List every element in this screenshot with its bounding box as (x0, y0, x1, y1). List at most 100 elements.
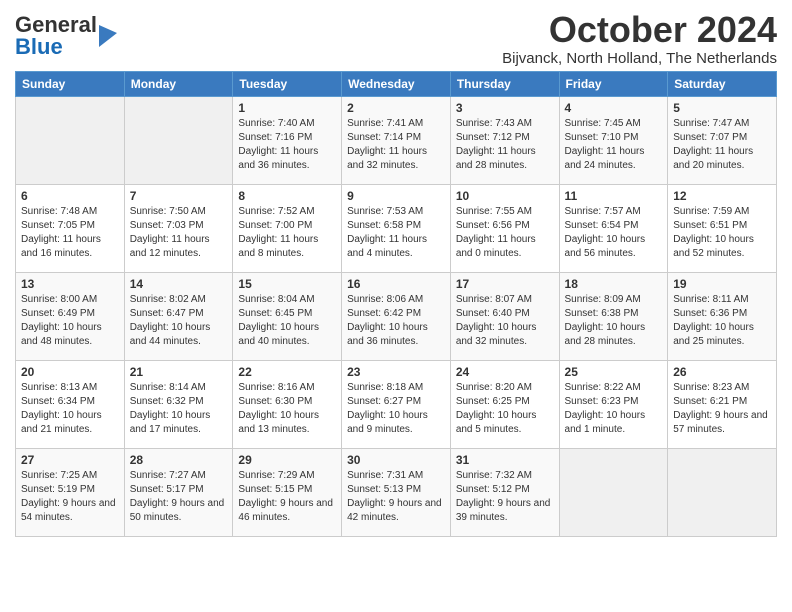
day-info: Sunrise: 8:00 AMSunset: 6:49 PMDaylight:… (21, 293, 119, 349)
day-info: Sunrise: 7:55 AMSunset: 6:56 PMDaylight:… (456, 205, 554, 261)
calendar-cell: 7 Sunrise: 7:50 AMSunset: 7:03 PMDaylight… (124, 184, 233, 272)
calendar-cell: 3 Sunrise: 7:43 AMSunset: 7:12 PMDaylight… (450, 96, 559, 184)
day-info: Sunrise: 7:45 AMSunset: 7:10 PMDaylight:… (565, 117, 663, 173)
calendar-cell: 2 Sunrise: 7:41 AMSunset: 7:14 PMDaylight… (342, 96, 451, 184)
calendar-cell: 25 Sunrise: 8:22 AMSunset: 6:23 PMDayligh… (559, 360, 668, 448)
calendar-cell: 13 Sunrise: 8:00 AMSunset: 6:49 PMDayligh… (16, 272, 125, 360)
calendar-cell: 11Sunrise: 7:57 AMSunset: 6:54 PMDayligh… (559, 184, 668, 272)
logo-text: General Blue (15, 14, 97, 58)
calendar-week-1: 6 Sunrise: 7:48 AMSunset: 7:05 PMDaylight… (16, 184, 777, 272)
calendar-cell: 31Sunrise: 7:32 AMSunset: 5:12 PMDayligh… (450, 448, 559, 536)
calendar-header: SundayMondayTuesdayWednesdayThursdayFrid… (16, 71, 777, 96)
calendar-cell: 15 Sunrise: 8:04 AMSunset: 6:45 PMDayligh… (233, 272, 342, 360)
day-info: Sunrise: 8:13 AMSunset: 6:34 PMDaylight:… (21, 381, 119, 437)
day-number: 9 (347, 189, 445, 203)
day-number: 30 (347, 453, 445, 467)
header-day-thursday: Thursday (450, 71, 559, 96)
day-number: 22 (238, 365, 336, 379)
calendar-cell: 12Sunrise: 7:59 AMSunset: 6:51 PMDayligh… (668, 184, 777, 272)
calendar-cell (668, 448, 777, 536)
day-info: Sunrise: 8:23 AMSunset: 6:21 PMDaylight:… (673, 381, 771, 437)
calendar-cell: 26 Sunrise: 8:23 AMSunset: 6:21 PMDayligh… (668, 360, 777, 448)
calendar-cell: 21Sunrise: 8:14 AMSunset: 6:32 PMDayligh… (124, 360, 233, 448)
day-number: 23 (347, 365, 445, 379)
day-info: Sunrise: 8:18 AMSunset: 6:27 PMDaylight:… (347, 381, 445, 437)
calendar-cell: 8 Sunrise: 7:52 AMSunset: 7:00 PMDaylight… (233, 184, 342, 272)
calendar-cell: 18Sunrise: 8:09 AMSunset: 6:38 PMDayligh… (559, 272, 668, 360)
day-info: Sunrise: 8:11 AMSunset: 6:36 PMDaylight:… (673, 293, 771, 349)
day-info: Sunrise: 7:25 AMSunset: 5:19 PMDaylight:… (21, 469, 119, 525)
day-info: Sunrise: 8:07 AMSunset: 6:40 PMDaylight:… (456, 293, 554, 349)
day-info: Sunrise: 7:47 AMSunset: 7:07 PMDaylight:… (673, 117, 771, 173)
calendar-cell: 22 Sunrise: 8:16 AMSunset: 6:30 PMDayligh… (233, 360, 342, 448)
day-info: Sunrise: 8:04 AMSunset: 6:45 PMDaylight:… (238, 293, 336, 349)
day-number: 1 (238, 101, 336, 115)
day-info: Sunrise: 7:41 AMSunset: 7:14 PMDaylight:… (347, 117, 445, 173)
calendar-cell: 19Sunrise: 8:11 AMSunset: 6:36 PMDayligh… (668, 272, 777, 360)
day-number: 13 (21, 277, 119, 291)
calendar-cell: 4 Sunrise: 7:45 AMSunset: 7:10 PMDaylight… (559, 96, 668, 184)
day-number: 18 (565, 277, 663, 291)
day-number: 15 (238, 277, 336, 291)
calendar-cell: 5Sunrise: 7:47 AMSunset: 7:07 PMDaylight… (668, 96, 777, 184)
header-day-wednesday: Wednesday (342, 71, 451, 96)
calendar-cell (124, 96, 233, 184)
day-number: 2 (347, 101, 445, 115)
calendar-cell: 27 Sunrise: 7:25 AMSunset: 5:19 PMDayligh… (16, 448, 125, 536)
logo: General Blue (15, 14, 117, 58)
day-number: 26 (673, 365, 771, 379)
calendar-cell: 29 Sunrise: 7:29 AMSunset: 5:15 PMDayligh… (233, 448, 342, 536)
day-info: Sunrise: 7:50 AMSunset: 7:03 PMDaylight:… (130, 205, 228, 261)
calendar-cell: 20Sunrise: 8:13 AMSunset: 6:34 PMDayligh… (16, 360, 125, 448)
page-header: General Blue October 2024 Bijvanck, Nort… (15, 10, 777, 67)
day-info: Sunrise: 7:59 AMSunset: 6:51 PMDaylight:… (673, 205, 771, 261)
header-day-tuesday: Tuesday (233, 71, 342, 96)
month-title: October 2024 (502, 10, 777, 50)
day-number: 8 (238, 189, 336, 203)
calendar-cell: 24Sunrise: 8:20 AMSunset: 6:25 PMDayligh… (450, 360, 559, 448)
day-info: Sunrise: 7:52 AMSunset: 7:00 PMDaylight:… (238, 205, 336, 261)
calendar-body: 1Sunrise: 7:40 AMSunset: 7:16 PMDaylight… (16, 96, 777, 536)
header-row: SundayMondayTuesdayWednesdayThursdayFrid… (16, 71, 777, 96)
calendar-week-2: 13 Sunrise: 8:00 AMSunset: 6:49 PMDayligh… (16, 272, 777, 360)
day-info: Sunrise: 7:48 AMSunset: 7:05 PMDaylight:… (21, 205, 119, 261)
day-info: Sunrise: 7:31 AMSunset: 5:13 PMDaylight:… (347, 469, 445, 525)
day-number: 27 (21, 453, 119, 467)
day-info: Sunrise: 7:53 AMSunset: 6:58 PMDaylight:… (347, 205, 445, 261)
day-number: 29 (238, 453, 336, 467)
header-day-sunday: Sunday (16, 71, 125, 96)
day-number: 10 (456, 189, 554, 203)
day-number: 7 (130, 189, 228, 203)
title-block: October 2024 Bijvanck, North Holland, Th… (502, 10, 777, 67)
day-info: Sunrise: 7:29 AMSunset: 5:15 PMDaylight:… (238, 469, 336, 525)
day-info: Sunrise: 8:16 AMSunset: 6:30 PMDaylight:… (238, 381, 336, 437)
day-number: 28 (130, 453, 228, 467)
day-number: 4 (565, 101, 663, 115)
day-number: 16 (347, 277, 445, 291)
header-day-friday: Friday (559, 71, 668, 96)
calendar-cell: 28 Sunrise: 7:27 AMSunset: 5:17 PMDayligh… (124, 448, 233, 536)
day-info: Sunrise: 8:14 AMSunset: 6:32 PMDaylight:… (130, 381, 228, 437)
header-day-monday: Monday (124, 71, 233, 96)
calendar-cell: 23 Sunrise: 8:18 AMSunset: 6:27 PMDayligh… (342, 360, 451, 448)
day-number: 24 (456, 365, 554, 379)
day-info: Sunrise: 7:27 AMSunset: 5:17 PMDaylight:… (130, 469, 228, 525)
day-number: 6 (21, 189, 119, 203)
day-number: 25 (565, 365, 663, 379)
calendar-cell: 6 Sunrise: 7:48 AMSunset: 7:05 PMDaylight… (16, 184, 125, 272)
calendar-cell: 1Sunrise: 7:40 AMSunset: 7:16 PMDaylight… (233, 96, 342, 184)
day-info: Sunrise: 8:22 AMSunset: 6:23 PMDaylight:… (565, 381, 663, 437)
calendar-week-0: 1Sunrise: 7:40 AMSunset: 7:16 PMDaylight… (16, 96, 777, 184)
day-number: 17 (456, 277, 554, 291)
calendar-cell: 10 Sunrise: 7:55 AMSunset: 6:56 PMDayligh… (450, 184, 559, 272)
header-day-saturday: Saturday (668, 71, 777, 96)
calendar-cell (559, 448, 668, 536)
calendar-cell: 30 Sunrise: 7:31 AMSunset: 5:13 PMDayligh… (342, 448, 451, 536)
day-number: 3 (456, 101, 554, 115)
day-info: Sunrise: 7:32 AMSunset: 5:12 PMDaylight:… (456, 469, 554, 525)
day-info: Sunrise: 8:02 AMSunset: 6:47 PMDaylight:… (130, 293, 228, 349)
calendar-cell: 14Sunrise: 8:02 AMSunset: 6:47 PMDayligh… (124, 272, 233, 360)
calendar-cell: 9 Sunrise: 7:53 AMSunset: 6:58 PMDaylight… (342, 184, 451, 272)
day-info: Sunrise: 7:43 AMSunset: 7:12 PMDaylight:… (456, 117, 554, 173)
day-info: Sunrise: 8:06 AMSunset: 6:42 PMDaylight:… (347, 293, 445, 349)
